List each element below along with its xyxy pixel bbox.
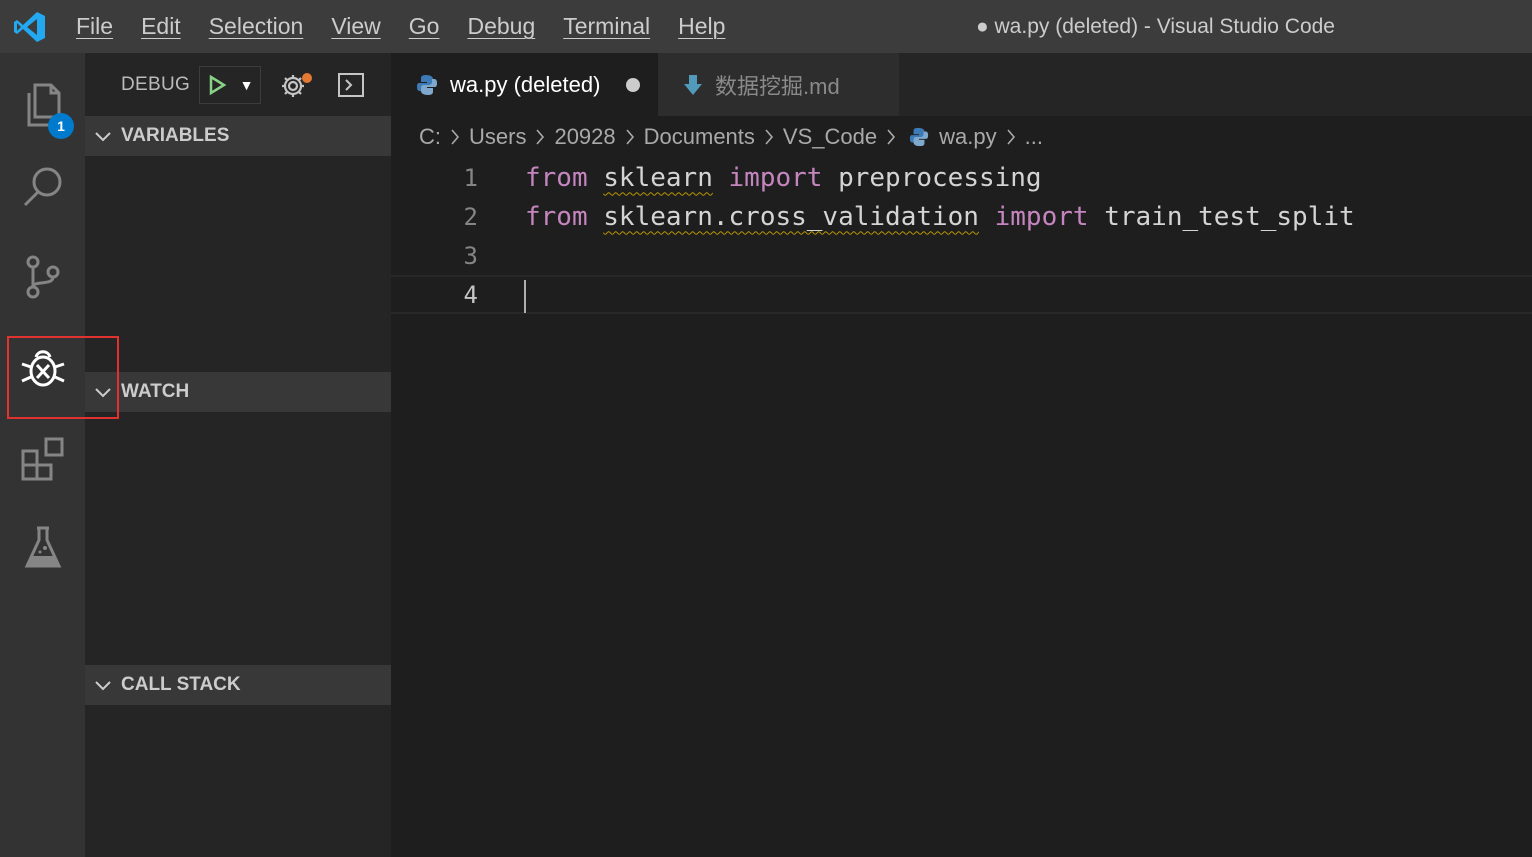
search-icon [23, 167, 61, 207]
menu-edit[interactable]: Edit [127, 0, 195, 53]
debug-highlight-box [7, 336, 119, 419]
open-launch-json-button[interactable] [279, 67, 315, 103]
chevron-down-icon [95, 681, 111, 691]
menu-help[interactable]: Help [664, 0, 739, 53]
call-stack-title: CALL STACK [121, 674, 241, 695]
chevron-right-icon [625, 128, 635, 146]
watch-title: WATCH [121, 381, 190, 402]
editor-area: wa.py (deleted) 数据挖掘.md C: Users 20928 D… [391, 53, 1532, 857]
tab-label: 数据挖掘.md [715, 73, 840, 99]
menu-file[interactable]: File [60, 0, 127, 53]
menu-view[interactable]: View [317, 0, 394, 53]
extensions-button[interactable] [0, 419, 85, 499]
keyword: import [994, 201, 1089, 232]
keyword: import [728, 162, 823, 193]
line-number: 3 [463, 241, 478, 270]
text-cursor [524, 280, 526, 313]
debug-toolbar: DEBUG ▼ [85, 53, 391, 116]
code-line: 3 [391, 236, 1532, 275]
code-line: 1 from sklearn import preprocessing [391, 158, 1532, 197]
editor-tabs: wa.py (deleted) 数据挖掘.md [391, 53, 1532, 116]
chevron-down-icon[interactable]: ▼ [240, 77, 254, 93]
module-name: sklearn.cross_validation [603, 201, 979, 232]
breadcrumb-item[interactable]: wa.py [939, 124, 996, 150]
watch-section-header[interactable]: WATCH [85, 372, 391, 412]
tab-label: wa.py (deleted) [450, 71, 601, 97]
variables-title: VARIABLES [121, 125, 230, 146]
line-number: 4 [463, 280, 478, 309]
debug-label: DEBUG [121, 73, 191, 95]
tab-wa-py[interactable]: wa.py (deleted) [391, 53, 658, 116]
chevron-right-icon [764, 128, 774, 146]
chevron-down-icon [95, 132, 111, 142]
code-line: 2 from sklearn.cross_validation import t… [391, 197, 1532, 236]
menu-bar: File Edit Selection View Go Debug Termin… [60, 0, 739, 53]
breadcrumb-item[interactable]: Documents [644, 124, 755, 150]
window-title: ● wa.py (deleted) - Visual Studio Code [976, 15, 1335, 38]
menu-terminal[interactable]: Terminal [549, 0, 664, 53]
python-icon [416, 74, 438, 96]
call-stack-section-header[interactable]: CALL STACK [85, 665, 391, 705]
launch-config-group: ▼ [199, 65, 262, 104]
keyword: from [525, 162, 588, 193]
markdown-arrow-icon [683, 74, 703, 96]
activity-bar: 1 [0, 53, 85, 857]
explorer-button[interactable]: 1 [0, 65, 85, 145]
chevron-right-icon [450, 128, 460, 146]
search-button[interactable] [0, 147, 85, 227]
start-debugging-icon[interactable] [207, 74, 227, 96]
test-button[interactable] [0, 507, 85, 587]
keyword: from [525, 201, 588, 232]
chevron-right-icon [1006, 128, 1016, 146]
code-text: from sklearn import preprocessing [525, 163, 1042, 193]
current-code-line: 4 [391, 275, 1532, 314]
debug-console-button[interactable] [333, 67, 369, 103]
chevron-right-icon [886, 128, 896, 146]
unsaved-dot-icon[interactable] [626, 77, 640, 92]
python-icon [909, 127, 929, 147]
vscode-logo-icon [0, 0, 60, 53]
menu-selection[interactable]: Selection [195, 0, 318, 53]
menu-debug[interactable]: Debug [453, 0, 549, 53]
chevron-right-icon [535, 128, 545, 146]
tab-data-mining-md[interactable]: 数据挖掘.md [658, 53, 899, 116]
identifier: preprocessing [838, 162, 1042, 193]
breadcrumb-item[interactable]: C: [419, 124, 441, 150]
identifier: train_test_split [1104, 201, 1355, 232]
breadcrumb: C: Users 20928 Documents VS_Code wa.py .… [391, 116, 1532, 158]
source-control-button[interactable] [0, 237, 85, 317]
menu-go[interactable]: Go [395, 0, 454, 53]
source-control-icon [26, 255, 59, 299]
line-number: 2 [463, 202, 478, 231]
debug-sidebar: DEBUG ▼ VARIABLES WATCH CALL STACK [85, 53, 391, 857]
title-bar: File Edit Selection View Go Debug Termin… [0, 0, 1532, 53]
test-flask-icon [24, 526, 61, 568]
module-name: sklearn [603, 162, 713, 193]
breadcrumb-item[interactable]: 20928 [554, 124, 615, 150]
breadcrumb-item[interactable]: ... [1025, 124, 1043, 150]
line-number: 1 [463, 163, 478, 192]
explorer-badge: 1 [48, 113, 74, 139]
code-text: from sklearn.cross_validation import tra… [525, 202, 1355, 232]
code-editor[interactable]: 1 from sklearn import preprocessing 2 fr… [391, 158, 1532, 314]
breadcrumb-item[interactable]: Users [469, 124, 526, 150]
extensions-icon [21, 437, 63, 481]
gear-icon [282, 72, 313, 97]
breadcrumb-item[interactable]: VS_Code [783, 124, 877, 150]
variables-section-header[interactable]: VARIABLES [85, 116, 391, 156]
terminal-icon [338, 72, 365, 97]
